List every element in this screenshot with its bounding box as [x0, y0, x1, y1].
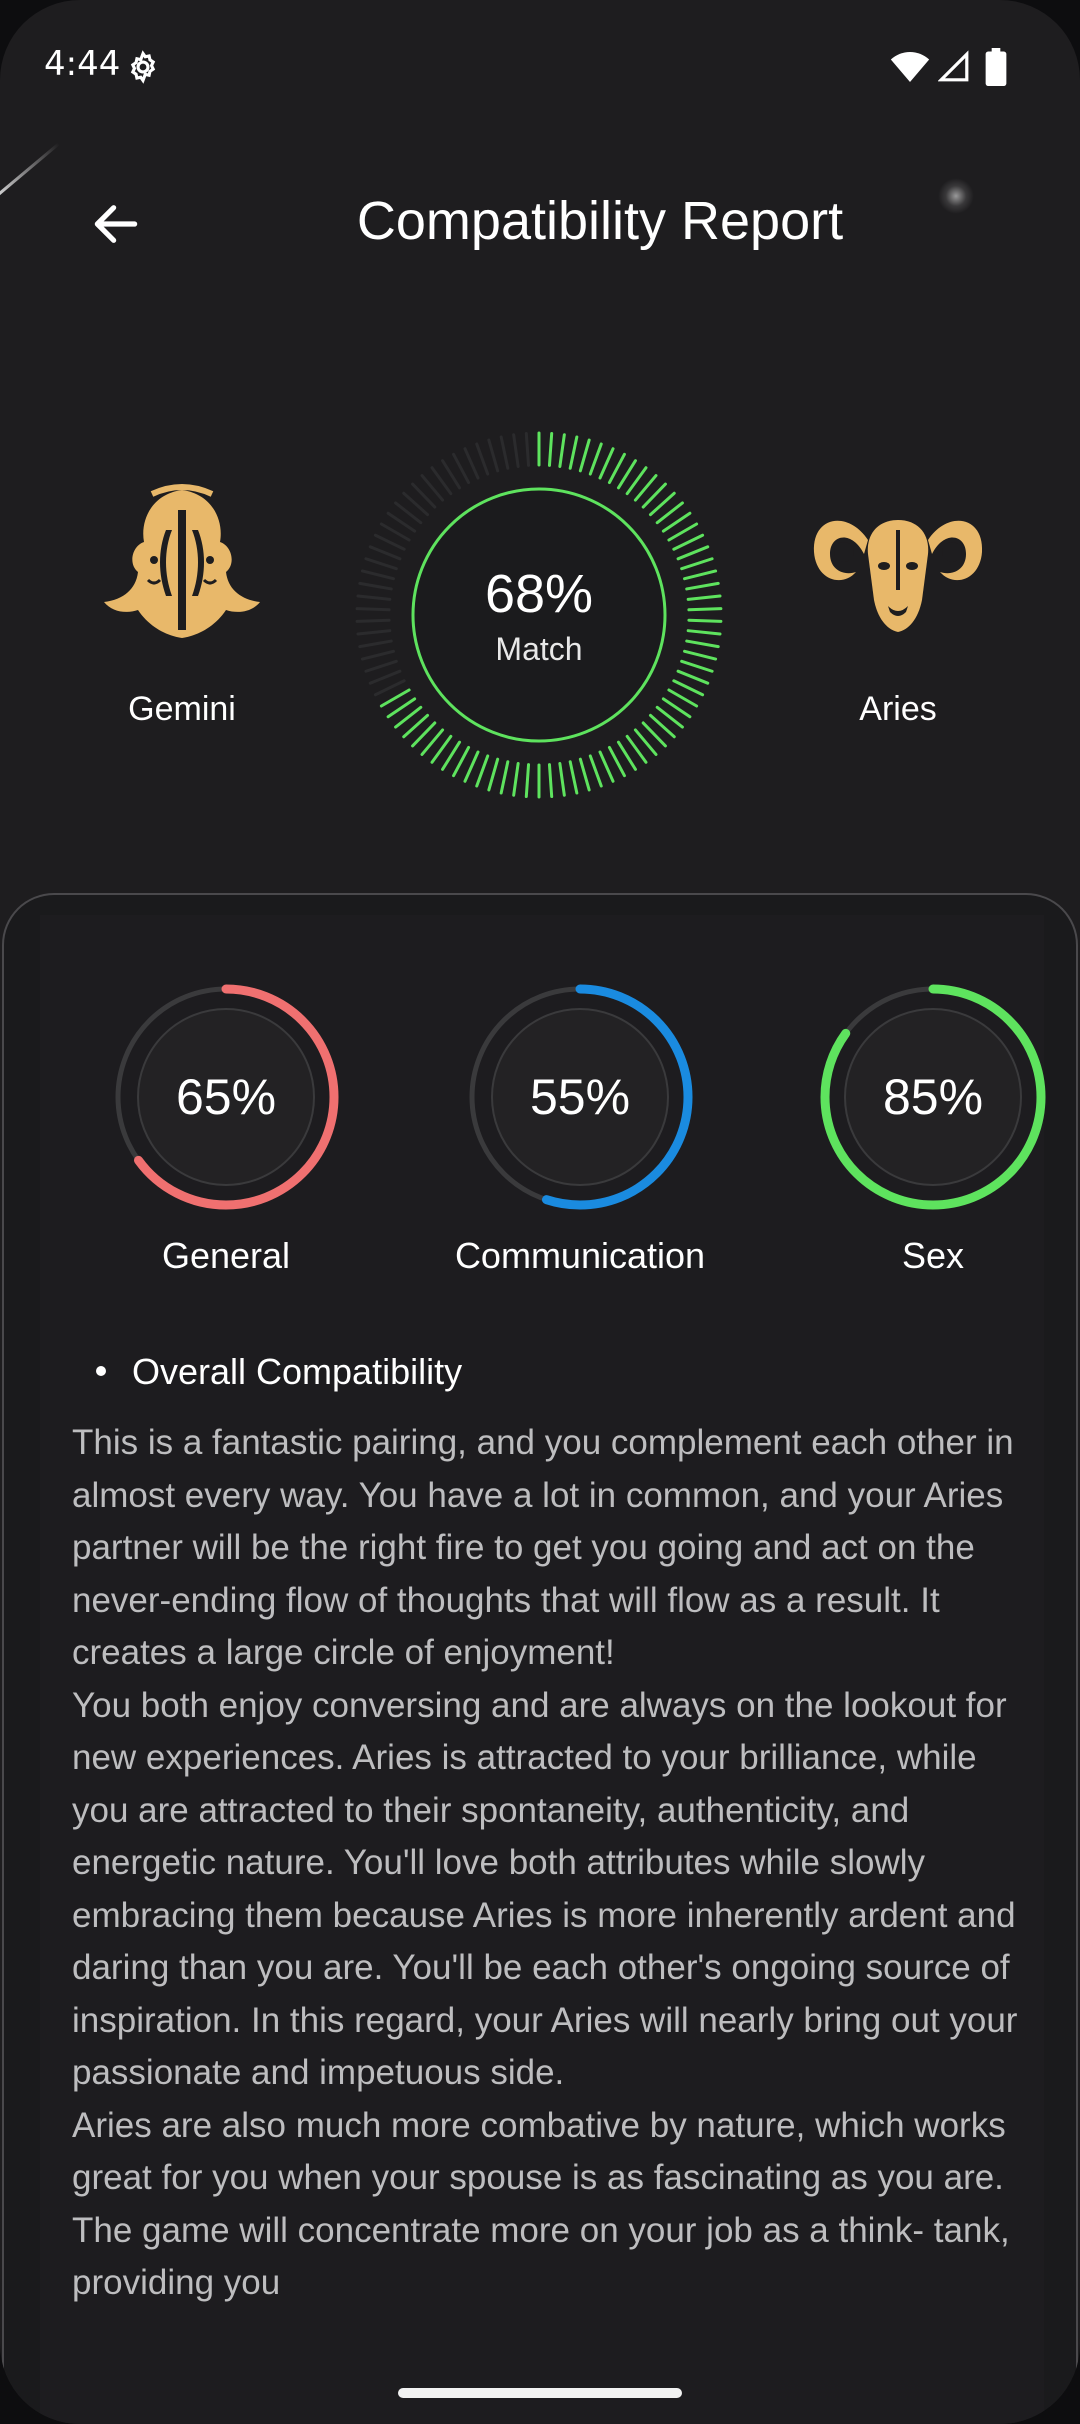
home-indicator[interactable] — [398, 2388, 682, 2398]
sign-name-right: Aries — [859, 690, 937, 728]
section-heading: Overall Compatibility — [96, 1351, 462, 1393]
battery-icon — [985, 48, 1007, 86]
section-heading-text: Overall Compatibility — [132, 1351, 463, 1392]
paragraph: This is a fantastic pairing, and you com… — [72, 1423, 1014, 1672]
match-gauge: 68% Match — [354, 430, 724, 800]
metric-value: 55% — [529, 1069, 631, 1125]
paragraph: You both enjoy conversing and are always… — [72, 1685, 1018, 2093]
paragraph: Aries are also much more combative by na… — [72, 2105, 1010, 2303]
metric-sex: 85% Sex — [773, 977, 1076, 1277]
metric-value: 85% — [882, 1069, 984, 1125]
wifi-icon — [890, 52, 930, 82]
gear-icon — [130, 50, 156, 84]
report-card-content: 65% General 55% Communication 85% Sex Ov… — [40, 915, 1046, 2424]
screen: 4:44 Compatibility Report Gemini Aries 6… — [0, 0, 1080, 2424]
metric-label: Communication — [454, 1235, 706, 1276]
back-button[interactable] — [88, 196, 144, 252]
section-body: This is a fantastic pairing, and you com… — [72, 1417, 1032, 2310]
sign-aries[interactable]: Aries — [778, 480, 1018, 729]
metric-general: 65% General — [66, 977, 386, 1277]
gemini-icon — [104, 484, 260, 638]
aries-icon — [813, 520, 983, 632]
ring-sex: 85% — [813, 977, 1053, 1217]
sign-name-left: Gemini — [128, 690, 236, 728]
page-title: Compatibility Report — [356, 191, 844, 251]
sign-gemini[interactable]: Gemini — [62, 480, 302, 729]
metric-label: Sex — [901, 1235, 965, 1276]
ring-general: 65% — [106, 977, 346, 1217]
bullet-icon — [96, 1366, 106, 1377]
metric-communication: 55% Communication — [420, 977, 740, 1277]
status-time: 4:44 — [44, 44, 121, 84]
report-card: 65% General 55% Communication 85% Sex Ov… — [2, 893, 1078, 2424]
match-label: Match — [495, 630, 583, 667]
ring-communication: 55% — [460, 977, 700, 1217]
metric-label: General — [161, 1235, 291, 1276]
match-percent: 68% — [484, 563, 594, 624]
metric-value: 65% — [175, 1069, 277, 1125]
shooting-star-decoration — [0, 142, 60, 203]
signal-icon — [938, 50, 969, 82]
status-bar: 4:44 — [0, 0, 1080, 140]
